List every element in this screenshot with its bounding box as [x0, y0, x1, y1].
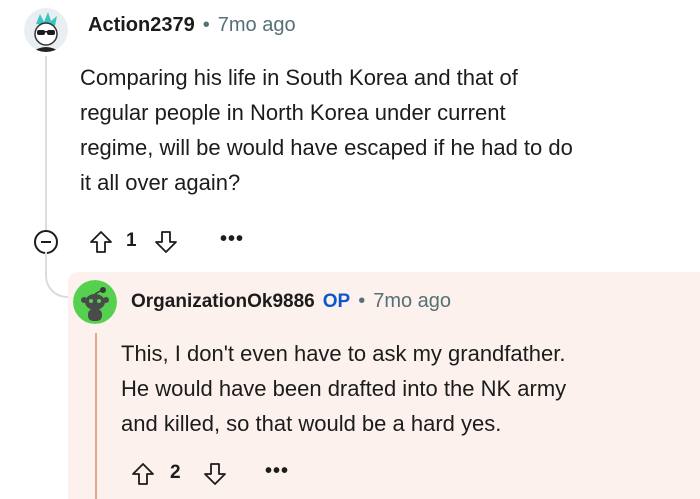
comment-body: Comparing his life in South Korea and th…: [80, 60, 680, 200]
upvote-icon: [90, 231, 112, 253]
user-avatar-icon[interactable]: [24, 8, 68, 52]
upvote-button[interactable]: [128, 459, 158, 489]
comment-body-line: regime, will be would have escaped if he…: [80, 135, 573, 160]
meta-separator: •: [202, 14, 210, 36]
reply-author[interactable]: OrganizationOk9886: [131, 291, 315, 313]
downvote-icon: [155, 231, 177, 253]
reply-body-line: This, I don't even have to ask my grandf…: [121, 341, 566, 366]
upvote-icon: [132, 463, 154, 485]
comment-body-line: it all over again?: [80, 170, 241, 195]
comment-score: 1: [126, 230, 137, 251]
downvote-button[interactable]: [200, 459, 230, 489]
comment-body-line: regular people in North Korea under curr…: [80, 100, 506, 125]
reply-header: OrganizationOk9886 OP • 7mo ago: [131, 290, 451, 313]
op-badge: OP: [322, 290, 351, 312]
comment-author[interactable]: Action2379: [88, 14, 195, 37]
comment-body-line: Comparing his life in South Korea and th…: [80, 65, 518, 90]
thread-line: [45, 56, 47, 232]
snoo-avatar-icon[interactable]: [73, 280, 117, 324]
upvote-button[interactable]: [86, 227, 116, 257]
collapse-icon: [41, 241, 51, 243]
reply-body: This, I don't even have to ask my grandf…: [121, 336, 691, 441]
meta-separator: •: [358, 290, 366, 312]
reply-thread-line: [95, 333, 97, 499]
downvote-button[interactable]: [151, 227, 181, 257]
collapse-button[interactable]: [34, 230, 58, 254]
reply-body-line: He would have been drafted into the NK a…: [121, 376, 567, 401]
comment-timestamp[interactable]: 7mo ago: [218, 14, 296, 37]
reply-timestamp[interactable]: 7mo ago: [373, 290, 451, 313]
reply-score: 2: [170, 462, 181, 483]
more-options-button[interactable]: •••: [220, 228, 244, 251]
more-options-button[interactable]: •••: [265, 460, 289, 483]
downvote-icon: [204, 463, 226, 485]
reply-body-line: and killed, so that would be a hard yes.: [121, 411, 502, 436]
comment-header: Action2379 • 7mo ago: [88, 14, 296, 37]
